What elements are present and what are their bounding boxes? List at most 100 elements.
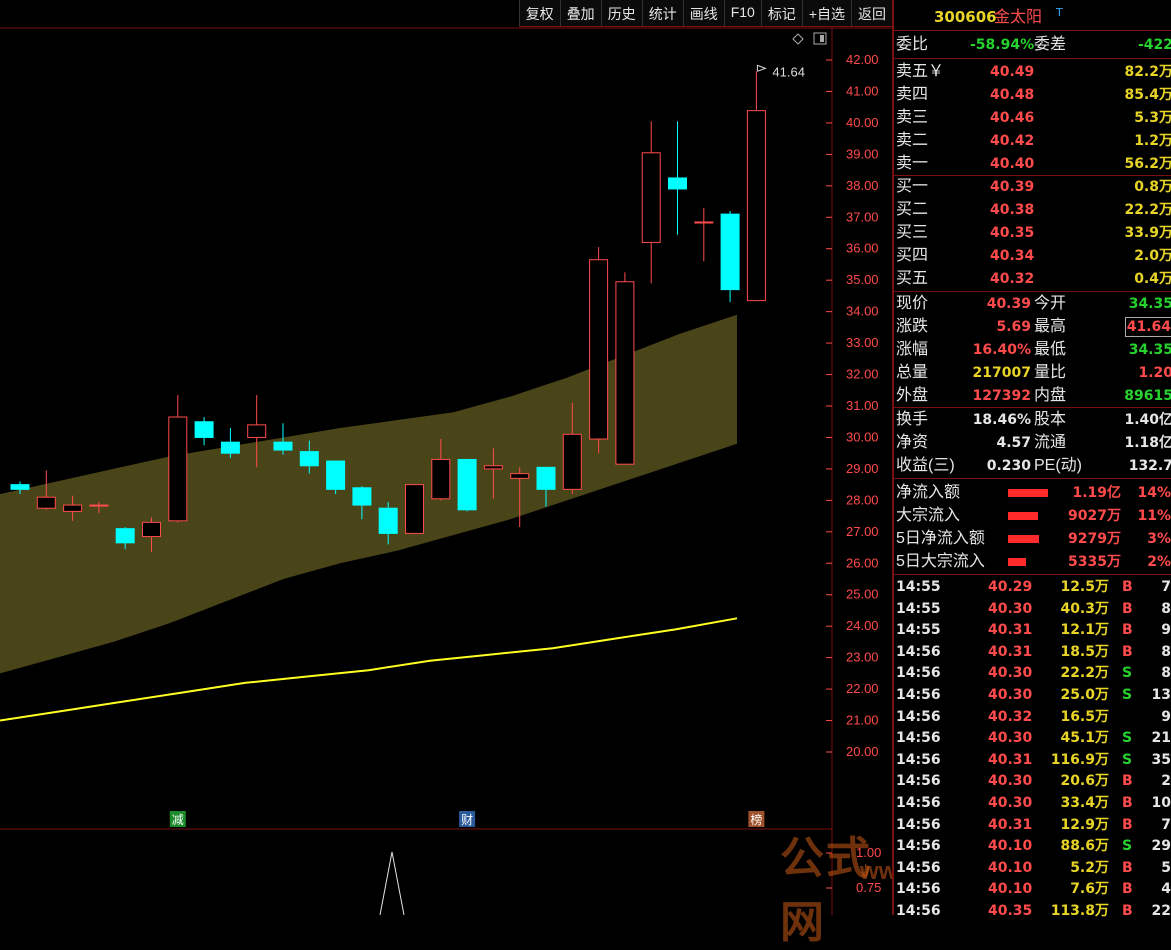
stats-value: 5.69 xyxy=(996,319,1031,335)
stats-row: 涨跌 5.69 最高 41.64 xyxy=(894,316,1171,338)
candle-body xyxy=(326,460,346,490)
toolbar-biaoji-button[interactable]: 标记 xyxy=(760,0,802,26)
sell-level-price: 40.48 xyxy=(990,87,1035,103)
toolbar-zixuan-button[interactable]: +自选 xyxy=(801,0,851,26)
stats-value: 217007 xyxy=(972,365,1031,381)
y-tick-label: 22.00 xyxy=(846,681,879,696)
stats2-value-2: 1.40亿 xyxy=(1124,412,1171,428)
candle[interactable] xyxy=(615,272,635,465)
diamond-icon[interactable] xyxy=(792,33,804,45)
trade-time: 14:56 xyxy=(896,838,941,855)
trade-count: 8 xyxy=(1161,665,1171,682)
candle[interactable] xyxy=(694,207,714,262)
trade-time: 14:56 xyxy=(896,816,941,833)
sell-level-row[interactable]: 卖五￥ 40.49 82.2万 xyxy=(894,61,1171,83)
trade-time: 14:56 xyxy=(896,730,941,747)
stats-value-2: 34.35 xyxy=(1128,342,1171,358)
fund-flow-value: 9279万 xyxy=(1068,531,1121,547)
toolbar-lishi-button[interactable]: 历史 xyxy=(600,0,642,26)
buy-level-row[interactable]: 买三 40.35 33.9万 xyxy=(894,222,1171,244)
toolbar-diejia-button[interactable]: 叠加 xyxy=(559,0,601,26)
y-tick-label: 39.00 xyxy=(846,146,879,161)
trade-side: B xyxy=(1122,773,1133,790)
trade-price: 40.10 xyxy=(988,881,1033,898)
trade-time: 14:56 xyxy=(896,881,941,898)
trade-time: 14:56 xyxy=(896,665,941,682)
trade-tick-row: 14:56 40.31 12.9万 B 7 xyxy=(894,815,1171,836)
candle[interactable] xyxy=(168,394,188,523)
y-tick-label: 25.00 xyxy=(846,587,879,602)
candle[interactable] xyxy=(720,210,740,303)
trade-tick-row: 14:55 40.31 12.1万 B 9 xyxy=(894,620,1171,641)
trade-tick-row: 14:56 40.30 25.0万 S 13 xyxy=(894,685,1171,706)
buy-level-row[interactable]: 买二 40.38 22.2万 xyxy=(894,199,1171,221)
trade-volume: 22.2万 xyxy=(1060,665,1109,682)
toolbar-fuquan-button[interactable]: 复权 xyxy=(518,0,560,26)
sell-level-row[interactable]: 卖一 40.40 56.2万 xyxy=(894,153,1171,175)
trade-time: 14:56 xyxy=(896,687,941,703)
candle-body xyxy=(668,177,687,190)
trade-count: 4 xyxy=(1161,881,1171,898)
event-marker-label: 榜 xyxy=(750,812,762,827)
toolbar-tongji-button[interactable]: 统计 xyxy=(641,0,683,26)
y-tick-label: 37.00 xyxy=(846,209,879,224)
buy-level-label: 买三 xyxy=(896,224,929,241)
stats2-label-2: PE(动) xyxy=(1034,457,1083,474)
candle-body xyxy=(562,433,582,490)
candle-body xyxy=(589,259,609,440)
stats-value-2: 34.35 xyxy=(1128,296,1171,312)
volume-chart[interactable]: 1.000.75 xyxy=(0,830,892,915)
sell-level-label: 卖一 xyxy=(896,155,929,172)
trade-count: 8 xyxy=(1161,643,1171,660)
toolbar-fanhui-button[interactable]: 返回 xyxy=(851,0,892,26)
section-divider xyxy=(894,58,1171,59)
stats-label-2: 最低 xyxy=(1034,341,1067,358)
candle[interactable] xyxy=(194,417,214,446)
toolbar-huaxian-button[interactable]: 画线 xyxy=(682,0,724,26)
candle[interactable] xyxy=(405,484,424,534)
candle[interactable] xyxy=(641,121,661,284)
y-tick-label: 23.00 xyxy=(846,650,879,665)
candle[interactable] xyxy=(668,121,687,235)
sell-level-row[interactable]: 卖三 40.46 5.3万 xyxy=(894,107,1171,129)
buy-level-row[interactable]: 买四 40.34 2.0万 xyxy=(894,245,1171,267)
candle-body xyxy=(36,496,56,509)
watermark-title: 公式网 xyxy=(780,833,872,948)
trade-tick-row: 14:56 40.30 45.1万 S 21 xyxy=(894,728,1171,749)
weicha-value: -422 xyxy=(1137,37,1171,53)
trade-count: 10 xyxy=(1151,795,1171,811)
fund-flow-pct: 14% xyxy=(1137,485,1171,501)
candle[interactable] xyxy=(326,460,346,495)
buy-level-label: 买一 xyxy=(896,178,929,195)
stock-code: 300606 xyxy=(934,8,997,26)
buy-level-row[interactable]: 买五 40.32 0.4万 xyxy=(894,268,1171,290)
sell-level-row[interactable]: 卖二 40.42 1.2万 xyxy=(894,130,1171,152)
trade-volume: 12.1万 xyxy=(1060,622,1109,639)
candle-body xyxy=(457,458,477,511)
sell-level-volume: 1.2万 xyxy=(1134,133,1171,149)
stats-row: 现价 40.39 今开 34.35 xyxy=(894,293,1171,315)
stats-label: 总量 xyxy=(896,364,929,381)
toolbar-f10-button[interactable]: F10 xyxy=(723,0,761,26)
candle[interactable] xyxy=(589,247,609,454)
fund-flow-value: 9027万 xyxy=(1068,508,1121,524)
price-chart[interactable]: 42.00 41.00 40.00 39.00 38.00 37.00 36.00 35.00… xyxy=(0,0,892,830)
peak-flag-icon xyxy=(756,64,767,72)
trade-tick-row: 14:56 40.30 22.2万 S 8 xyxy=(894,663,1171,684)
stats2-value: 18.46% xyxy=(972,412,1031,428)
candle[interactable] xyxy=(457,458,477,512)
trade-volume: 113.8万 xyxy=(1050,903,1109,919)
stats-value-2: 41.64 xyxy=(1124,317,1171,337)
trade-side: B xyxy=(1122,622,1133,639)
buy-level-row[interactable]: 买一 40.39 0.8万 xyxy=(894,176,1171,198)
sell-level-label: 卖二 xyxy=(896,132,929,149)
kline-chart-area[interactable]: 42.00 41.00 40.00 39.00 38.00 37.00 36.00 35.00… xyxy=(0,0,1065,948)
trade-time: 14:56 xyxy=(896,859,941,876)
sell-level-row[interactable]: 卖四 40.48 85.4万 xyxy=(894,84,1171,106)
window-icon-pane xyxy=(820,35,824,42)
webi-value: -58.94% xyxy=(970,37,1035,53)
candle[interactable] xyxy=(746,71,766,302)
trade-count: 29 xyxy=(1151,838,1171,855)
candle[interactable] xyxy=(220,428,240,458)
buy-level-volume: 22.2万 xyxy=(1124,202,1171,218)
